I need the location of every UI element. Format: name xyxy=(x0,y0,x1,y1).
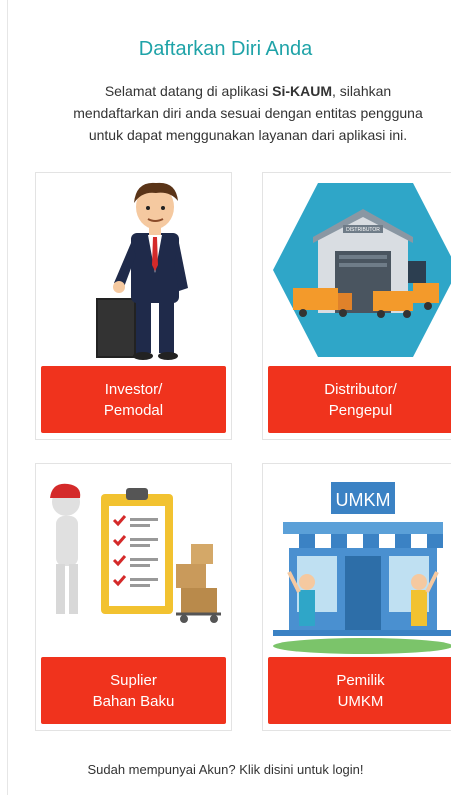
distributor-sign-text: DISTRIBUTOR xyxy=(346,227,380,233)
page-title: Daftarkan Diri Anda xyxy=(138,38,313,60)
supplier-checklist-icon xyxy=(50,483,221,623)
investor-label-line2: Pemodal xyxy=(103,401,164,419)
login-link[interactable]: Sudah mempunyai Akun? Klik disini untuk … xyxy=(87,762,363,777)
intro-text: Selamat datang di aplikasi Si-KAUM, sila… xyxy=(28,80,451,146)
register-umkm-button[interactable]: Pemilik UMKM xyxy=(268,657,451,724)
distributor-label-line2: Pengepul xyxy=(328,401,393,419)
page-left-border xyxy=(7,0,8,795)
register-supplier-button[interactable]: Suplier Bahan Baku xyxy=(41,657,226,724)
umkm-store-icon: UMKM xyxy=(273,482,451,654)
intro-line2: mendaftarkan diri anda sesuai dengan ent… xyxy=(73,105,423,121)
supplier-label-line1: Suplier xyxy=(110,671,157,689)
intro-line3: untuk dapat menggunakan layanan dari apl… xyxy=(88,127,408,143)
investor-businessman-icon xyxy=(96,182,188,360)
card-umkm[interactable]: UMKM Pemilik UMKM xyxy=(262,463,451,731)
intro-line1-suffix: , silahkan xyxy=(332,83,392,99)
umkm-label-line2: UMKM xyxy=(337,692,384,710)
card-distributor[interactable]: DISTRIBUTOR Distributor/ Pengepul xyxy=(262,172,451,440)
register-distributor-button[interactable]: Distributor/ Pengepul xyxy=(268,366,451,433)
supplier-label-line2: Bahan Baku xyxy=(92,692,175,710)
investor-label-line1: Investor/ xyxy=(104,380,163,398)
card-investor[interactable]: Investor/ Pemodal xyxy=(35,172,232,440)
distributor-label-line1: Distributor/ xyxy=(324,380,397,398)
umkm-sign-text: UMKM xyxy=(336,490,391,510)
login-prompt-container: Sudah mempunyai Akun? Klik disini untuk … xyxy=(0,762,451,777)
distributor-warehouse-icon: DISTRIBUTOR xyxy=(273,183,451,357)
app-name: Si-KAUM xyxy=(272,83,333,99)
card-supplier[interactable]: Suplier Bahan Baku xyxy=(35,463,232,731)
intro-prefix: Selamat datang di aplikasi xyxy=(104,83,273,99)
umkm-label-line1: Pemilik xyxy=(336,671,385,689)
register-investor-button[interactable]: Investor/ Pemodal xyxy=(41,366,226,433)
